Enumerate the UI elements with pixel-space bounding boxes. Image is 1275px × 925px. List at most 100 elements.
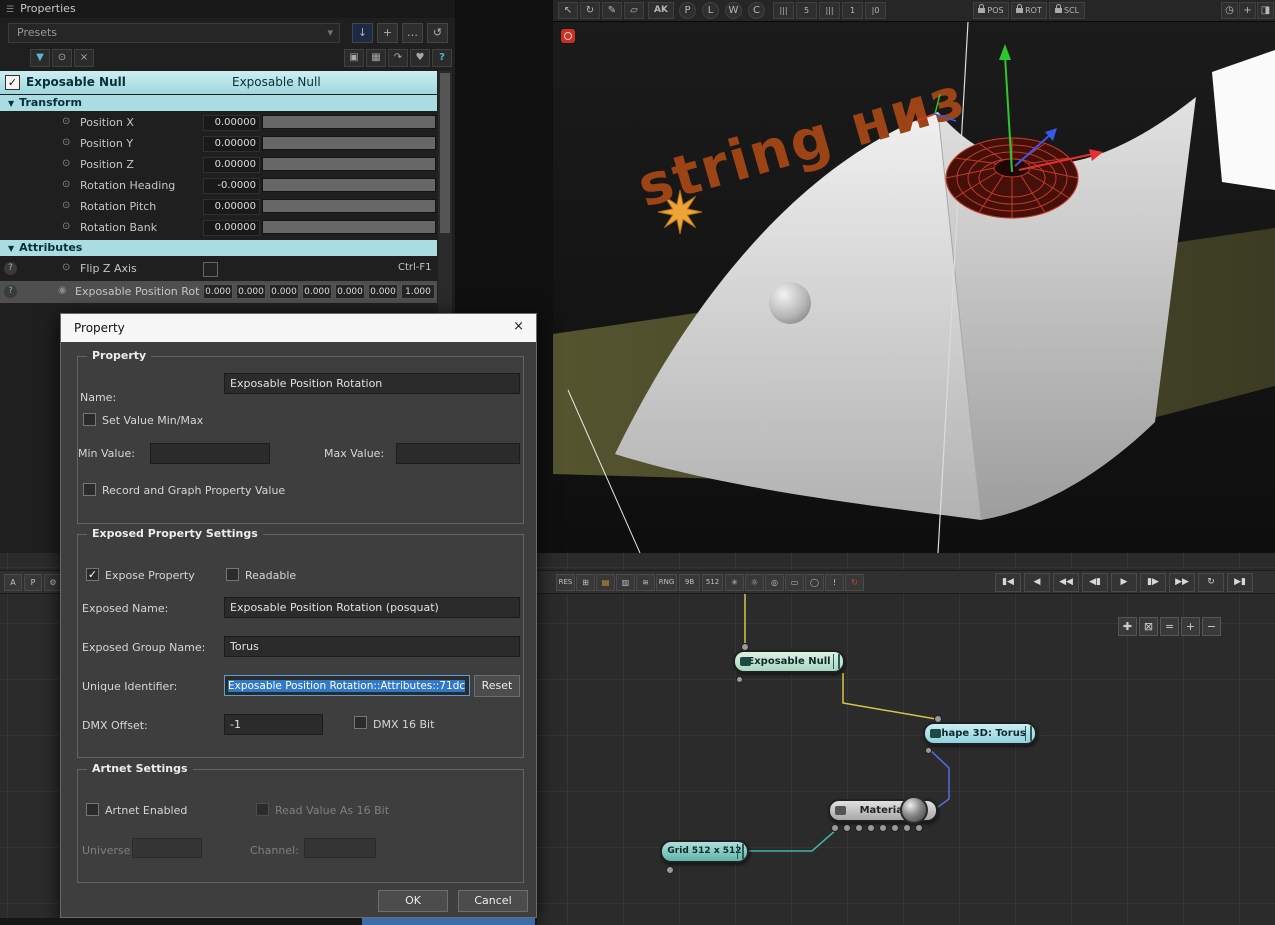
property-slider[interactable]: [262, 157, 436, 171]
dmx-16bit-checkbox[interactable]: [354, 716, 367, 729]
property-value-field[interactable]: 0.00000: [203, 157, 260, 173]
prev-frame-button[interactable]: ◀: [1024, 573, 1050, 592]
warning-icon[interactable]: !: [825, 574, 844, 591]
viewport-record-icon[interactable]: [561, 29, 575, 43]
keyframe-icon[interactable]: ⊙: [62, 158, 70, 169]
plane-tool-icon[interactable]: ▱: [624, 2, 644, 19]
step-back-button[interactable]: ◀▮: [1082, 573, 1108, 592]
name-field[interactable]: [224, 373, 520, 394]
node-exposable-null[interactable]: Exposable Null: [733, 650, 845, 673]
channel-field[interactable]: [304, 838, 376, 858]
favorite-icon[interactable]: ♥: [410, 49, 430, 67]
node-grid-512[interactable]: Grid 512 x 512: [660, 840, 749, 863]
star-icon[interactable]: ✳: [725, 574, 744, 591]
fit-view-icon[interactable]: ⊠: [1139, 617, 1158, 636]
pan-icon[interactable]: ✚: [1118, 617, 1137, 636]
help-circle-icon[interactable]: ?: [4, 285, 17, 298]
select-tool-icon[interactable]: ↖: [558, 2, 578, 19]
snap-meter-3[interactable]: |0: [865, 2, 886, 19]
copy-icon[interactable]: ▣: [344, 49, 364, 67]
white-card-object[interactable]: [1212, 50, 1275, 190]
redo-icon[interactable]: ↷: [388, 49, 408, 67]
flip-z-checkbox[interactable]: [203, 262, 218, 277]
keyframe-icon[interactable]: ⊙: [62, 262, 70, 273]
connector-dot[interactable]: [867, 824, 875, 832]
autokey-button[interactable]: AK: [648, 2, 674, 19]
lock-rotation-button[interactable]: ROT: [1011, 2, 1047, 19]
keyframe-icon[interactable]: ⊙: [62, 116, 70, 127]
connector-dot[interactable]: [736, 676, 743, 683]
property-slider[interactable]: [262, 115, 436, 129]
keyframe-icon[interactable]: ⊙: [62, 221, 70, 232]
zoom-reset-icon[interactable]: =: [1160, 617, 1179, 636]
cancel-button[interactable]: Cancel: [458, 890, 528, 912]
draw-tool-icon[interactable]: ✎: [602, 2, 622, 19]
lens-icon[interactable]: ◎: [765, 574, 784, 591]
node-shape3d-torus[interactable]: Shape 3D: Torus: [923, 722, 1037, 745]
min-value-field[interactable]: [150, 443, 270, 464]
connector-dot[interactable]: [879, 824, 887, 832]
snap-meter-2[interactable]: |||: [819, 2, 840, 19]
property-value-field[interactable]: 0.00000: [203, 136, 260, 152]
zoom-in-icon[interactable]: +: [1181, 617, 1200, 636]
value-box[interactable]: 0.000: [368, 284, 398, 299]
menu-icon[interactable]: ☰: [6, 5, 14, 15]
dmx512-icon[interactable]: 512: [702, 574, 723, 591]
lock-position-button[interactable]: POS: [973, 2, 1009, 19]
layers-icon[interactable]: ▤: [596, 574, 615, 591]
help-icon[interactable]: ?: [432, 49, 452, 67]
dialog-title-bar[interactable]: Property ×: [61, 314, 536, 342]
connector-dot[interactable]: [666, 866, 674, 874]
dmx-offset-field[interactable]: [224, 714, 323, 735]
local-mode-button[interactable]: L: [702, 2, 719, 19]
close-icon[interactable]: ×: [513, 319, 524, 334]
connector-dot[interactable]: [915, 824, 923, 832]
target-icon[interactable]: ⊙: [52, 49, 72, 67]
world-mode-button[interactable]: W: [725, 2, 742, 19]
clear-filter-icon[interactable]: ×: [74, 49, 94, 67]
ok-button[interactable]: OK: [378, 890, 448, 912]
add-preset-button[interactable]: +: [377, 23, 398, 43]
expose-property-checkbox[interactable]: ✓: [86, 568, 99, 581]
section-attributes[interactable]: ▼Attributes: [0, 240, 437, 256]
property-slider[interactable]: [262, 136, 436, 150]
keyframe-icon[interactable]: ⊙: [62, 137, 70, 148]
connector-dot[interactable]: [934, 715, 942, 723]
unique-identifier-field[interactable]: Exposable Position Rotation::Attributes:…: [224, 675, 470, 696]
set-minmax-checkbox[interactable]: [83, 413, 96, 426]
readable-checkbox[interactable]: [226, 568, 239, 581]
value-box[interactable]: 0.000: [236, 284, 266, 299]
universe-field[interactable]: [132, 838, 202, 858]
value-box[interactable]: 0.000: [302, 284, 332, 299]
rotate-tool-icon[interactable]: ↻: [580, 2, 600, 19]
snap-meter-1[interactable]: |||: [773, 2, 794, 19]
lock-scale-button[interactable]: SCL: [1049, 2, 1085, 19]
property-slider[interactable]: [262, 220, 436, 234]
range-icon[interactable]: RNG: [656, 574, 677, 591]
value-box[interactable]: 1.000: [401, 284, 435, 299]
skip-start-button[interactable]: ▮◀: [995, 573, 1021, 592]
scrollbar-thumb[interactable]: [440, 73, 450, 233]
more-options-button[interactable]: …: [402, 23, 423, 43]
row-exposable-position-rot[interactable]: ? ◉ Exposable Position Rot 0.000 0.000 0…: [0, 281, 437, 303]
loop-icon[interactable]: ↻: [845, 574, 864, 591]
property-slider[interactable]: [262, 199, 436, 213]
connector-dot[interactable]: [843, 824, 851, 832]
property-value-field[interactable]: 0.00000: [203, 115, 260, 131]
record-graph-checkbox[interactable]: [83, 483, 96, 496]
reset-button[interactable]: Reset: [474, 675, 520, 697]
horizontal-scrollbar[interactable]: [0, 918, 537, 925]
help-circle-icon[interactable]: ?: [4, 262, 17, 275]
camera-icon[interactable]: ▭: [785, 574, 804, 591]
paste-icon[interactable]: ▦: [366, 49, 386, 67]
resolution-icon[interactable]: RES: [556, 574, 575, 591]
presets-dropdown[interactable]: Presets ▾: [8, 23, 340, 43]
max-value-field[interactable]: [396, 443, 520, 464]
bitdepth-icon[interactable]: 9B: [679, 574, 700, 591]
connector-dot[interactable]: [741, 643, 749, 651]
property-value-field[interactable]: 0.00000: [203, 199, 260, 215]
move-view-icon[interactable]: +: [1239, 2, 1256, 19]
connector-dot[interactable]: [925, 747, 932, 754]
value-box[interactable]: 0.000: [203, 284, 233, 299]
torus-wireframe[interactable]: [946, 138, 1078, 218]
